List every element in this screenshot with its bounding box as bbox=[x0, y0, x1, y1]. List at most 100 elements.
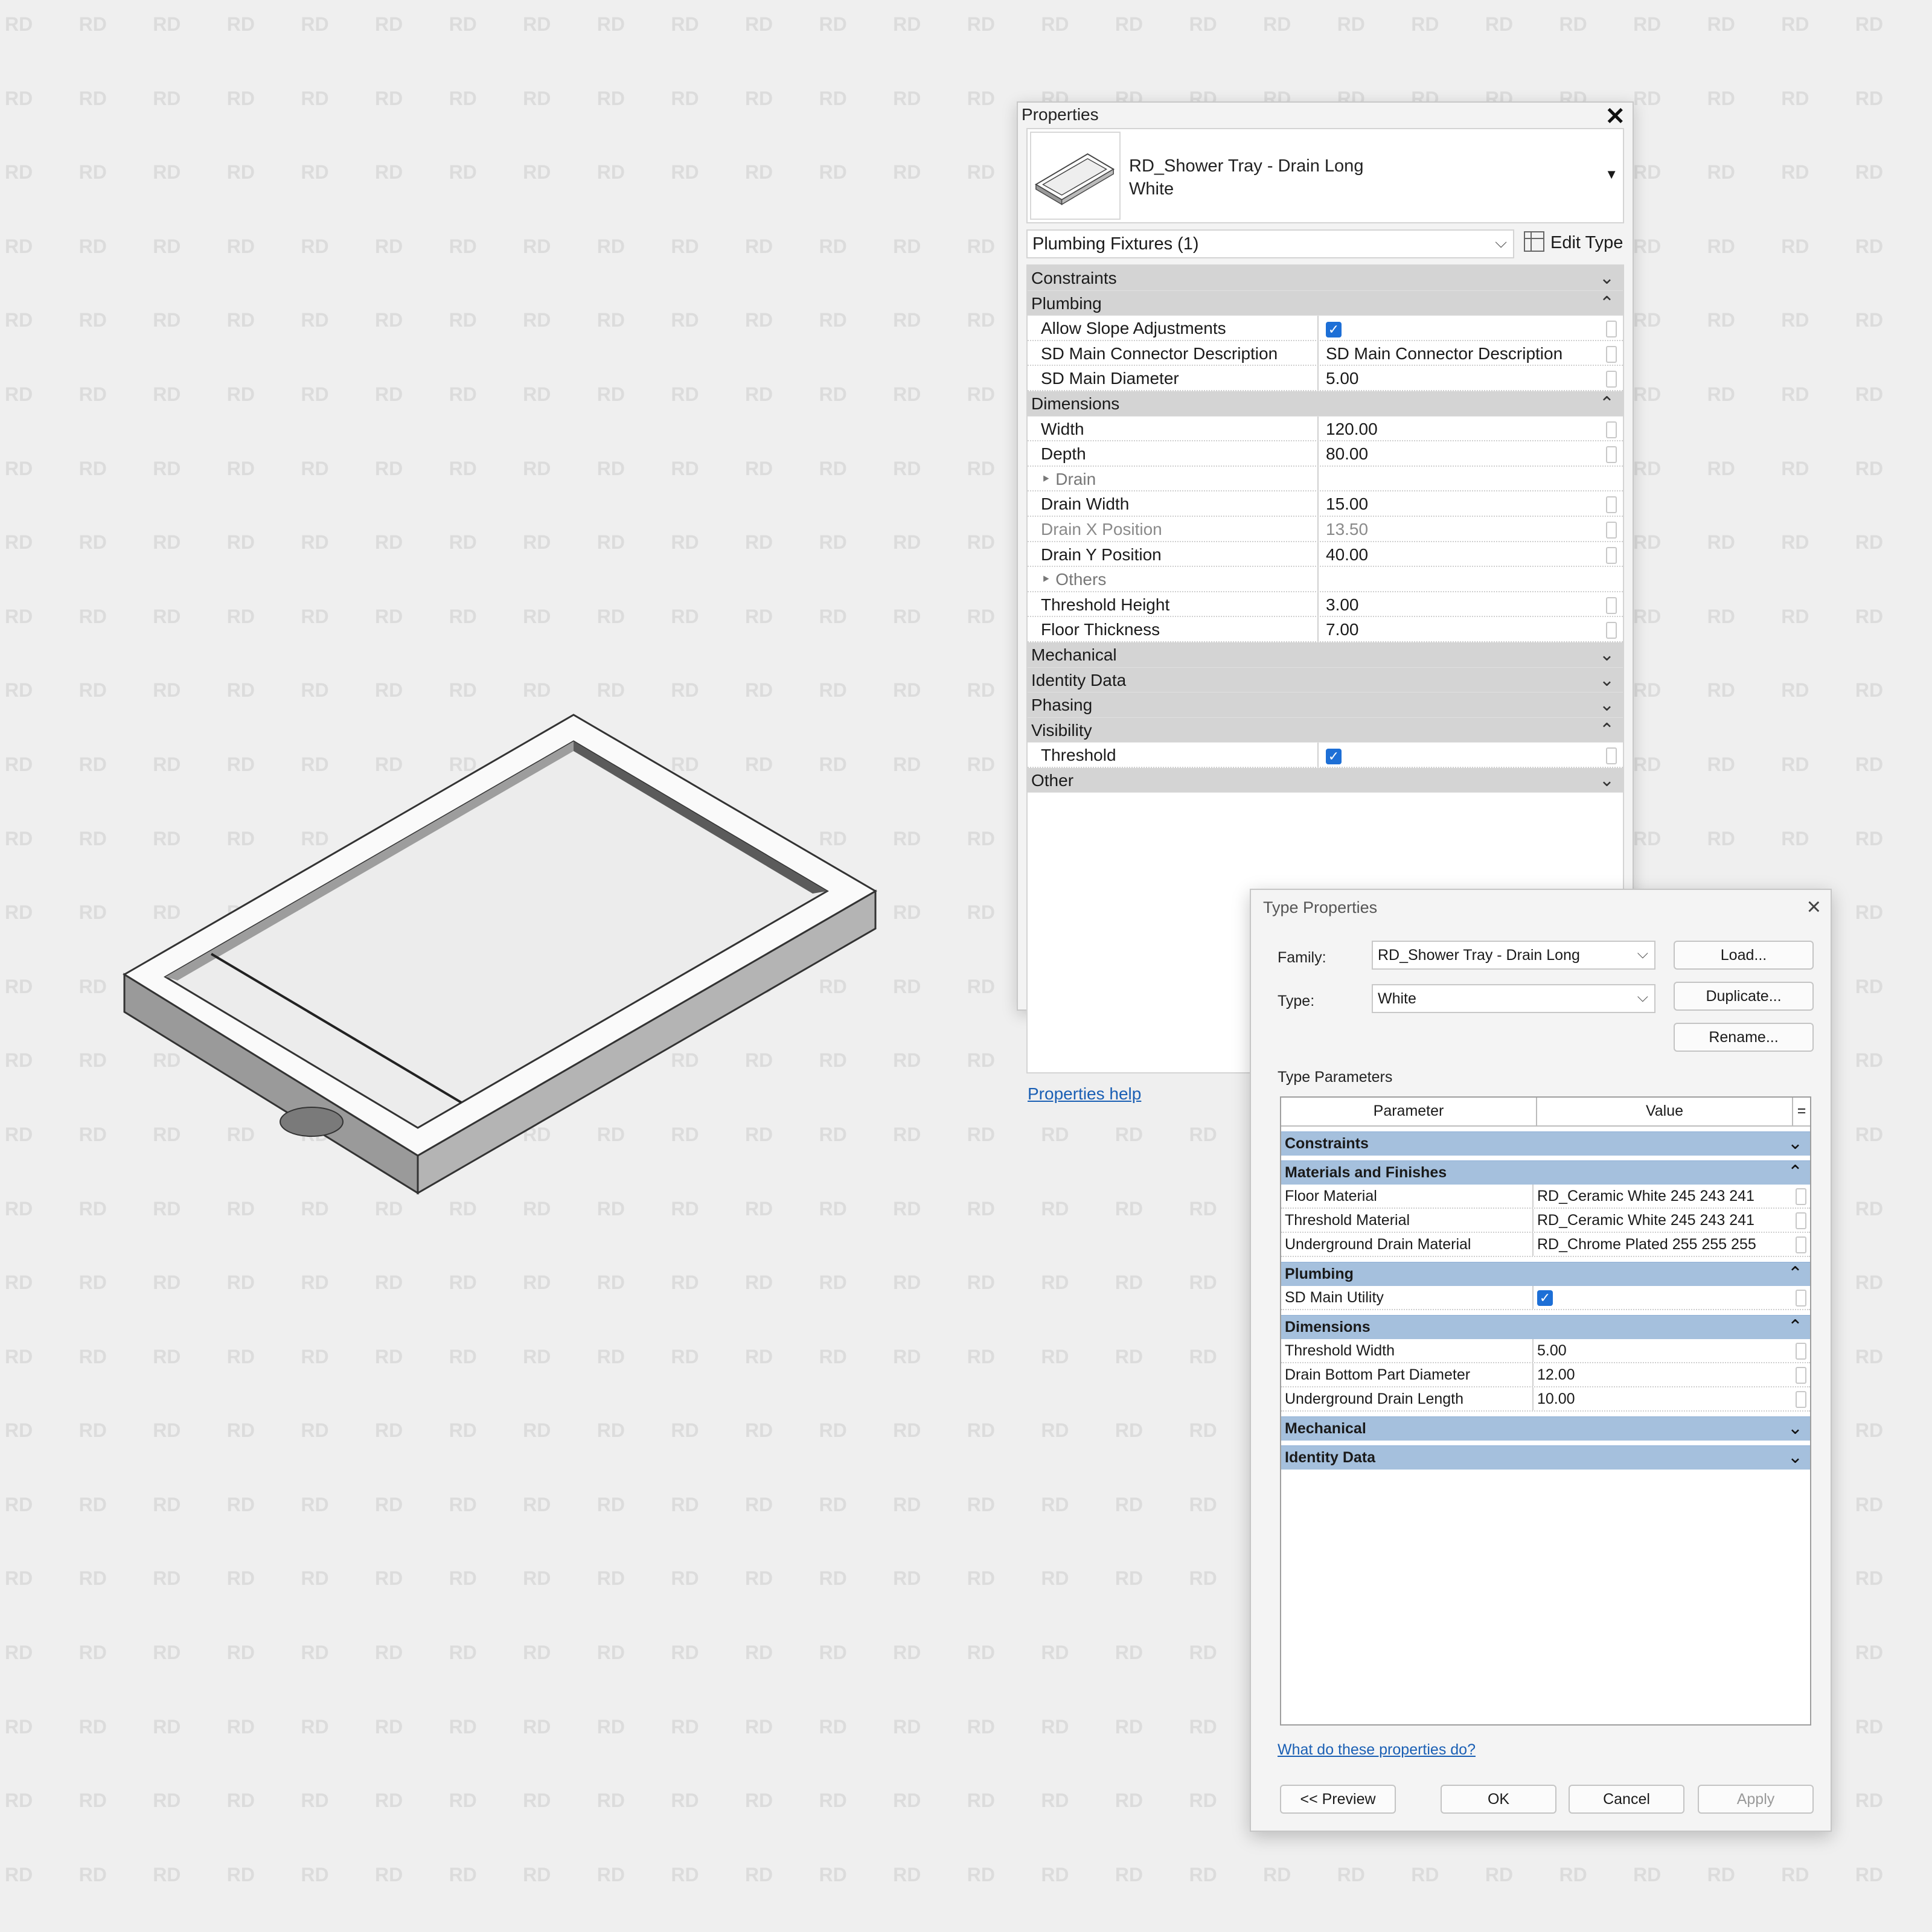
group-header-plumbing[interactable]: Plumbing ⌃ bbox=[1281, 1262, 1810, 1286]
parameter-value[interactable]: RD_Ceramic White 245 243 241 bbox=[1537, 1209, 1790, 1232]
collapse-chevron-icon[interactable]: ⌃ bbox=[1788, 1161, 1803, 1184]
group-header-dimensions[interactable]: Dimensions ⌃ bbox=[1028, 391, 1623, 417]
parameter-row[interactable]: SD Main Connector Description SD Main Con… bbox=[1028, 341, 1623, 366]
associate-parameter-button[interactable] bbox=[1606, 446, 1617, 464]
group-header-visibility[interactable]: Visibility ⌃ bbox=[1028, 717, 1623, 743]
checkbox-checked-icon[interactable]: ✓ bbox=[1326, 748, 1342, 764]
parameter-value[interactable]: ✓ bbox=[1326, 743, 1602, 767]
cancel-button[interactable]: Cancel bbox=[1569, 1785, 1684, 1814]
parameter-row[interactable]: Threshold Height 3.00 bbox=[1028, 592, 1623, 618]
parameter-value[interactable]: 3.00 bbox=[1326, 592, 1602, 616]
parameter-value[interactable]: 12.00 bbox=[1537, 1363, 1790, 1386]
column-header-parameter[interactable]: Parameter bbox=[1281, 1098, 1537, 1125]
duplicate-button[interactable]: Duplicate... bbox=[1674, 982, 1814, 1011]
parameter-value[interactable]: 120.00 bbox=[1326, 417, 1602, 441]
parameter-row[interactable]: Threshold Width 5.00 bbox=[1281, 1339, 1810, 1363]
group-header-constraints[interactable]: Constraints ⌄ bbox=[1028, 266, 1623, 291]
group-header-constraints[interactable]: Constraints ⌄ bbox=[1281, 1131, 1810, 1156]
parameter-row[interactable]: Drain Width 15.00 bbox=[1028, 491, 1623, 517]
group-header-mechanical[interactable]: Mechanical ⌄ bbox=[1281, 1416, 1810, 1441]
parameter-row[interactable]: Underground Drain Length 10.00 bbox=[1281, 1387, 1810, 1412]
parameter-value[interactable]: RD_Ceramic White 245 243 241 bbox=[1537, 1185, 1790, 1208]
collapse-chevron-icon[interactable]: ⌃ bbox=[1788, 1316, 1803, 1339]
expand-chevron-icon[interactable]: ⌄ bbox=[1788, 1132, 1803, 1155]
parameter-value[interactable]: 7.00 bbox=[1326, 617, 1602, 641]
parameter-value[interactable]: 5.00 bbox=[1326, 366, 1602, 390]
group-header-plumbing[interactable]: Plumbing ⌃ bbox=[1028, 290, 1623, 316]
parameter-value[interactable]: 40.00 bbox=[1326, 542, 1602, 566]
edit-type-button[interactable]: Edit Type bbox=[1524, 229, 1623, 258]
group-header-identity-data[interactable]: Identity Data ⌄ bbox=[1028, 667, 1623, 693]
parameter-value[interactable]: 5.00 bbox=[1537, 1339, 1790, 1362]
checkbox-checked-icon[interactable]: ✓ bbox=[1326, 321, 1342, 337]
dropdown-arrow-icon[interactable]: ▼ bbox=[1605, 167, 1618, 182]
parameter-row[interactable]: SD Main Diameter 5.00 bbox=[1028, 366, 1623, 391]
preview-button[interactable]: << Preview bbox=[1280, 1785, 1396, 1814]
column-header-value[interactable]: Value bbox=[1537, 1098, 1793, 1125]
category-filter-select[interactable]: Plumbing Fixtures (1) ⌵ bbox=[1026, 229, 1514, 258]
collapse-chevron-icon[interactable]: ⌃ bbox=[1599, 291, 1614, 316]
associate-parameter-button[interactable] bbox=[1606, 421, 1617, 438]
collapse-chevron-icon[interactable]: ⌃ bbox=[1788, 1262, 1803, 1285]
associate-parameter-button[interactable] bbox=[1606, 371, 1617, 388]
associate-parameter-button[interactable] bbox=[1796, 1367, 1806, 1384]
expand-chevron-icon[interactable]: ⌄ bbox=[1599, 768, 1614, 793]
subgroup-row[interactable]: ‣ Drain bbox=[1028, 466, 1623, 492]
collapse-chevron-icon[interactable]: ⌃ bbox=[1599, 391, 1614, 416]
associate-parameter-button[interactable] bbox=[1796, 1343, 1806, 1360]
associate-parameter-button[interactable] bbox=[1606, 597, 1617, 614]
parameter-row[interactable]: Drain Y Position 40.00 bbox=[1028, 542, 1623, 568]
parameter-row[interactable]: Floor Material RD_Ceramic White 245 243 2… bbox=[1281, 1185, 1810, 1209]
associate-parameter-button[interactable] bbox=[1606, 747, 1617, 765]
associate-parameter-button[interactable] bbox=[1606, 622, 1617, 639]
ok-button[interactable]: OK bbox=[1441, 1785, 1556, 1814]
parameter-value[interactable]: 13.50 bbox=[1326, 517, 1602, 541]
group-header-identity-data[interactable]: Identity Data ⌄ bbox=[1281, 1445, 1810, 1470]
checkbox-checked-icon[interactable]: ✓ bbox=[1537, 1290, 1553, 1307]
associate-parameter-button[interactable] bbox=[1796, 1236, 1806, 1253]
expand-chevron-icon[interactable]: ⌄ bbox=[1599, 668, 1614, 693]
group-header-mechanical[interactable]: Mechanical ⌄ bbox=[1028, 642, 1623, 668]
column-header-formula[interactable]: = bbox=[1793, 1098, 1810, 1125]
subgroup-row[interactable]: ‣ Others bbox=[1028, 567, 1623, 592]
associate-parameter-button[interactable] bbox=[1606, 321, 1617, 338]
expand-chevron-icon[interactable]: ⌄ bbox=[1788, 1417, 1803, 1440]
parameter-value[interactable]: 15.00 bbox=[1326, 491, 1602, 516]
expand-chevron-icon[interactable]: ⌄ bbox=[1599, 693, 1614, 717]
type-select[interactable]: White ⌵ bbox=[1372, 984, 1655, 1013]
apply-button[interactable]: Apply bbox=[1698, 1785, 1814, 1814]
parameter-row[interactable]: Underground Drain Material RD_Chrome Plat… bbox=[1281, 1233, 1810, 1257]
expand-chevron-icon[interactable]: ⌄ bbox=[1599, 266, 1614, 290]
properties-help-link[interactable]: Properties help bbox=[1028, 1084, 1141, 1104]
parameter-value[interactable]: 10.00 bbox=[1537, 1387, 1790, 1410]
close-icon[interactable]: ✕ bbox=[1605, 103, 1625, 130]
collapse-chevron-icon[interactable]: ⌃ bbox=[1599, 718, 1614, 743]
rename-button[interactable]: Rename... bbox=[1674, 1023, 1814, 1052]
type-selector[interactable]: RD_Shower Tray - Drain Long White ▼ bbox=[1026, 128, 1624, 223]
associate-parameter-button[interactable] bbox=[1606, 546, 1617, 564]
parameter-row[interactable]: Threshold ✓ bbox=[1028, 743, 1623, 768]
close-icon[interactable]: × bbox=[1807, 894, 1821, 921]
parameter-row[interactable]: Floor Thickness 7.00 bbox=[1028, 617, 1623, 642]
parameter-row[interactable]: Drain Bottom Part Diameter 12.00 bbox=[1281, 1363, 1810, 1387]
group-header-materials-and-finishes[interactable]: Materials and Finishes ⌃ bbox=[1281, 1160, 1810, 1185]
associate-parameter-button[interactable] bbox=[1796, 1188, 1806, 1205]
properties-info-link[interactable]: What do these properties do? bbox=[1278, 1741, 1476, 1759]
parameter-row[interactable]: Width 120.00 bbox=[1028, 416, 1623, 442]
expand-chevron-icon[interactable]: ⌄ bbox=[1599, 642, 1614, 667]
parameter-value[interactable]: SD Main Connector Description bbox=[1326, 341, 1602, 365]
parameter-row[interactable]: SD Main Utility ✓ bbox=[1281, 1286, 1810, 1310]
group-header-dimensions[interactable]: Dimensions ⌃ bbox=[1281, 1315, 1810, 1339]
associate-parameter-button[interactable] bbox=[1796, 1212, 1806, 1229]
expand-chevron-icon[interactable]: ⌄ bbox=[1788, 1446, 1803, 1469]
parameter-row[interactable]: Threshold Material RD_Ceramic White 245 2… bbox=[1281, 1209, 1810, 1233]
associate-parameter-button[interactable] bbox=[1606, 496, 1617, 514]
parameter-value[interactable]: ✓ bbox=[1326, 316, 1602, 340]
parameter-row[interactable]: Depth 80.00 bbox=[1028, 441, 1623, 467]
parameter-value[interactable]: ✓ bbox=[1537, 1286, 1790, 1309]
associate-parameter-button[interactable] bbox=[1606, 345, 1617, 363]
associate-parameter-button[interactable] bbox=[1796, 1290, 1806, 1307]
parameter-row[interactable]: Allow Slope Adjustments ✓ bbox=[1028, 316, 1623, 341]
parameter-value[interactable]: 80.00 bbox=[1326, 441, 1602, 465]
associate-parameter-button[interactable] bbox=[1796, 1391, 1806, 1408]
